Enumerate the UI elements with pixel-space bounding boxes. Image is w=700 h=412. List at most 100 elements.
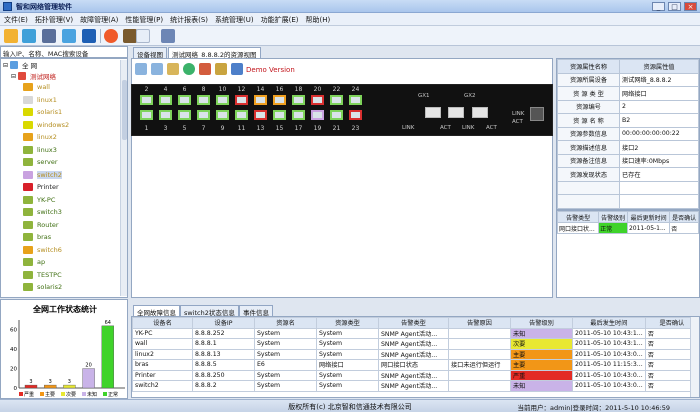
collapse-icon[interactable]: ⊟ [11, 73, 16, 80]
fault-col-header[interactable]: 资源类型 [316, 317, 379, 329]
flag-icon[interactable] [42, 29, 56, 43]
switch-port[interactable] [159, 95, 172, 105]
device-tree[interactable]: ⊟ 全 网 ⊟ 测试网络 wall linux1 solaris1 windows2 linux… [0, 58, 128, 298]
switch-port[interactable] [216, 110, 229, 120]
minimize-button[interactable]: _ [652, 2, 665, 11]
fault-row[interactable]: wall 8.8.8.1 System System SNMP Agent活动... 次要… [132, 338, 699, 350]
device-search-input[interactable]: 输入IP、名称、MAC搜索设备 [0, 46, 128, 58]
fault-row[interactable]: Printer 8.8.8.250 System System SNMP Agent活动… [132, 369, 699, 381]
switch-port[interactable] [330, 110, 343, 120]
tree-item[interactable]: bras [23, 233, 51, 244]
tree-item[interactable]: solaris2 [23, 283, 62, 294]
alarm-icon[interactable] [104, 29, 118, 43]
tree-scrollbar[interactable] [120, 60, 127, 296]
tab-events[interactable]: 事件信息 [239, 305, 273, 317]
switch-port[interactable] [254, 95, 267, 105]
fault-row[interactable]: YK-PC 8.8.8.252 System System SNMP Agent活动..… [132, 327, 699, 339]
topology-icon[interactable] [4, 29, 18, 43]
tab-device-view[interactable]: 设备视图 [133, 47, 167, 59]
menu-item-6[interactable]: 功能扩展(E) [257, 13, 302, 25]
switch-port[interactable] [292, 95, 305, 105]
tree-group[interactable]: ⊟ 测试网络 [11, 71, 56, 82]
refresh-view-icon[interactable] [183, 63, 195, 75]
menu-item-3[interactable]: 性能管理(P) [121, 13, 166, 25]
tree-root[interactable]: ⊟ 全 网 [3, 60, 37, 71]
switch-port[interactable] [197, 95, 210, 105]
fault-col-header[interactable]: 告警级别 [510, 317, 573, 329]
fault-col-header[interactable]: 设备名 [132, 317, 193, 329]
fault-col-header[interactable]: 设备IP [192, 317, 255, 329]
switch-port[interactable] [311, 95, 324, 105]
maximize-button[interactable]: □ [668, 2, 681, 11]
menu-item-5[interactable]: 系统管理(U) [211, 13, 257, 25]
config-icon[interactable] [199, 63, 211, 75]
switch-port[interactable] [349, 110, 362, 120]
tree-item[interactable]: solaris1 [23, 108, 62, 119]
uplink-port[interactable] [425, 107, 441, 118]
switch-port[interactable] [273, 110, 286, 120]
tree-item[interactable]: switch6 [23, 245, 62, 257]
report-icon[interactable] [123, 29, 137, 43]
close-button[interactable]: × [684, 2, 697, 11]
tree-item[interactable]: TESTPC [23, 270, 62, 282]
tree-item[interactable]: wall [23, 83, 50, 94]
zoom-out-icon[interactable] [151, 63, 163, 75]
tab-switch2-status[interactable]: switch2状态信息 [180, 305, 239, 317]
export-icon[interactable] [215, 63, 227, 75]
network-icon[interactable] [62, 29, 76, 43]
menu-item-2[interactable]: 故障管理(A) [76, 13, 121, 25]
collapse-icon[interactable]: ⊟ [3, 62, 8, 69]
tab-resource-view[interactable]: 测试网络_8.8.8.2的资源视图 [168, 47, 261, 59]
tree-item[interactable]: Printer [23, 183, 59, 194]
switch-port[interactable] [178, 110, 191, 120]
tree-item[interactable]: switch3 [23, 208, 62, 219]
switch-port[interactable] [235, 95, 248, 105]
uplink-port[interactable] [448, 107, 464, 118]
switch-port[interactable] [349, 95, 362, 105]
switch-port[interactable] [273, 95, 286, 105]
device-icon[interactable] [82, 29, 96, 43]
zoom-in-icon[interactable] [135, 63, 147, 75]
tree-item[interactable]: switch2 [23, 170, 62, 182]
port-number: 7 [201, 125, 206, 132]
fault-table-scrollbar[interactable] [690, 317, 699, 397]
switch-port[interactable] [311, 110, 324, 120]
grid-icon[interactable] [136, 29, 150, 43]
menu-item-0[interactable]: 文件(E) [0, 13, 31, 25]
uplink-port[interactable] [472, 107, 488, 118]
menu-item-4[interactable]: 统计报表(S) [166, 13, 211, 25]
fault-col-header[interactable]: 告警原因 [448, 317, 511, 329]
fault-col-header[interactable]: 最后发生时间 [572, 317, 646, 329]
fault-row[interactable]: linux2 8.8.8.13 System System SNMP Agent活动..… [132, 348, 699, 360]
menu-item-7[interactable]: 帮助(H) [302, 13, 334, 25]
switch-port[interactable] [197, 110, 210, 120]
alarm-row[interactable]: 网口接口状... 正常 2011-05-1... 否 [556, 222, 699, 234]
save-icon[interactable] [231, 63, 243, 75]
tree-item[interactable]: ap [23, 258, 45, 269]
tab-global-faults[interactable]: 全网故障信息 [133, 305, 180, 317]
switch-port[interactable] [330, 95, 343, 105]
switch-port[interactable] [235, 110, 248, 120]
switch-port[interactable] [140, 95, 153, 105]
tree-item[interactable]: linux2 [23, 133, 57, 144]
tree-item[interactable]: Router [23, 220, 59, 232]
tree-item[interactable]: windows2 [23, 120, 69, 132]
switch-port[interactable] [216, 95, 229, 105]
zoom-fit-icon[interactable] [167, 63, 179, 75]
settings-icon[interactable] [161, 29, 175, 43]
fault-row[interactable]: switch2 8.8.8.2 System System SNMP Agent活动..… [132, 380, 699, 392]
switch-port[interactable] [254, 110, 267, 120]
switch-port[interactable] [178, 95, 191, 105]
switch-port[interactable] [292, 110, 305, 120]
tree-item[interactable]: linux3 [23, 145, 57, 157]
menu-item-1[interactable]: 拓扑管理(V) [31, 13, 76, 25]
switch-port[interactable] [159, 110, 172, 120]
tree-item[interactable]: YK-PC [23, 195, 55, 207]
fault-col-header[interactable]: 资源名 [254, 317, 317, 329]
tree-item[interactable]: server [23, 158, 58, 169]
switch-port[interactable] [140, 110, 153, 120]
refresh-icon[interactable] [22, 29, 36, 43]
fault-row[interactable]: bras 8.8.8.5 E6 网络接口 网口接口状态 接口未运行但运行 主要 2011-05… [132, 359, 699, 371]
tree-item[interactable]: linux1 [23, 95, 57, 107]
fault-col-header[interactable]: 告警类型 [378, 317, 449, 329]
